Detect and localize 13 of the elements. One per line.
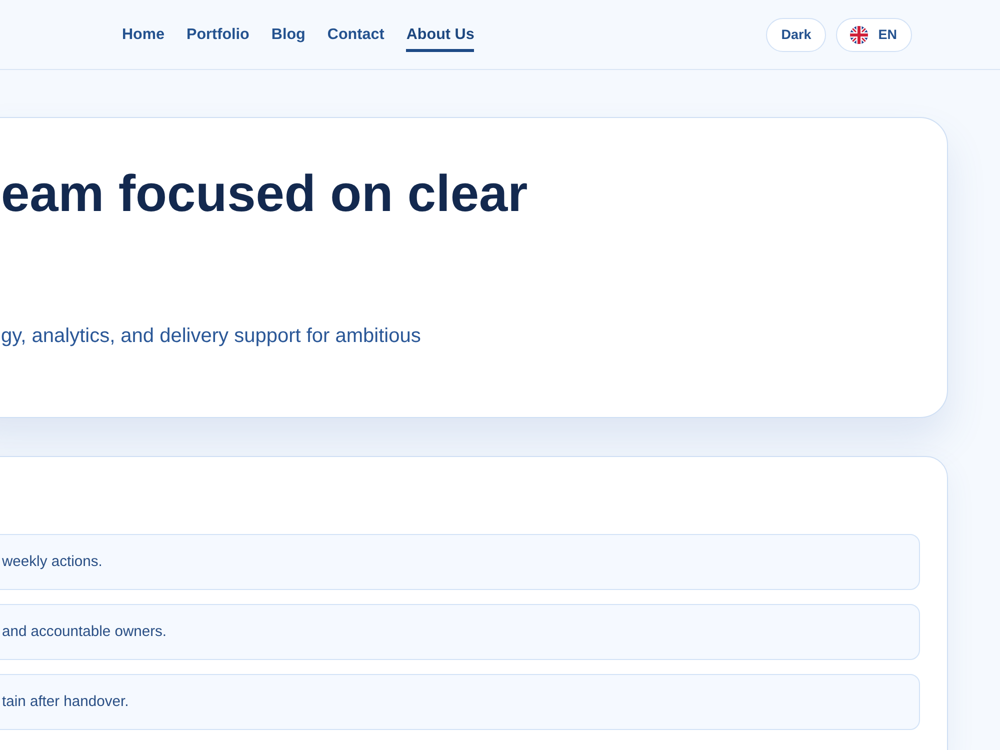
nav-link[interactable]: About Us — [406, 24, 474, 52]
nav-link[interactable]: Contact — [327, 24, 384, 52]
nav-link[interactable]: Home — [122, 24, 164, 52]
theme-toggle-button[interactable]: Dark — [766, 18, 826, 52]
hero-heading: eam focused on clear — [1, 163, 529, 224]
hero-text: gy, analytics, and delivery support for ambitious — [1, 324, 422, 349]
language-button[interactable]: EN — [836, 18, 912, 52]
nav-link[interactable]: Portfolio — [186, 24, 250, 52]
list-item: weekly actions. — [0, 534, 920, 590]
nav-link[interactable]: Blog — [271, 24, 306, 52]
flag-icon — [850, 26, 868, 44]
list-item: and accountable owners. — [0, 604, 920, 660]
list-item: tain after handover. — [0, 674, 920, 730]
